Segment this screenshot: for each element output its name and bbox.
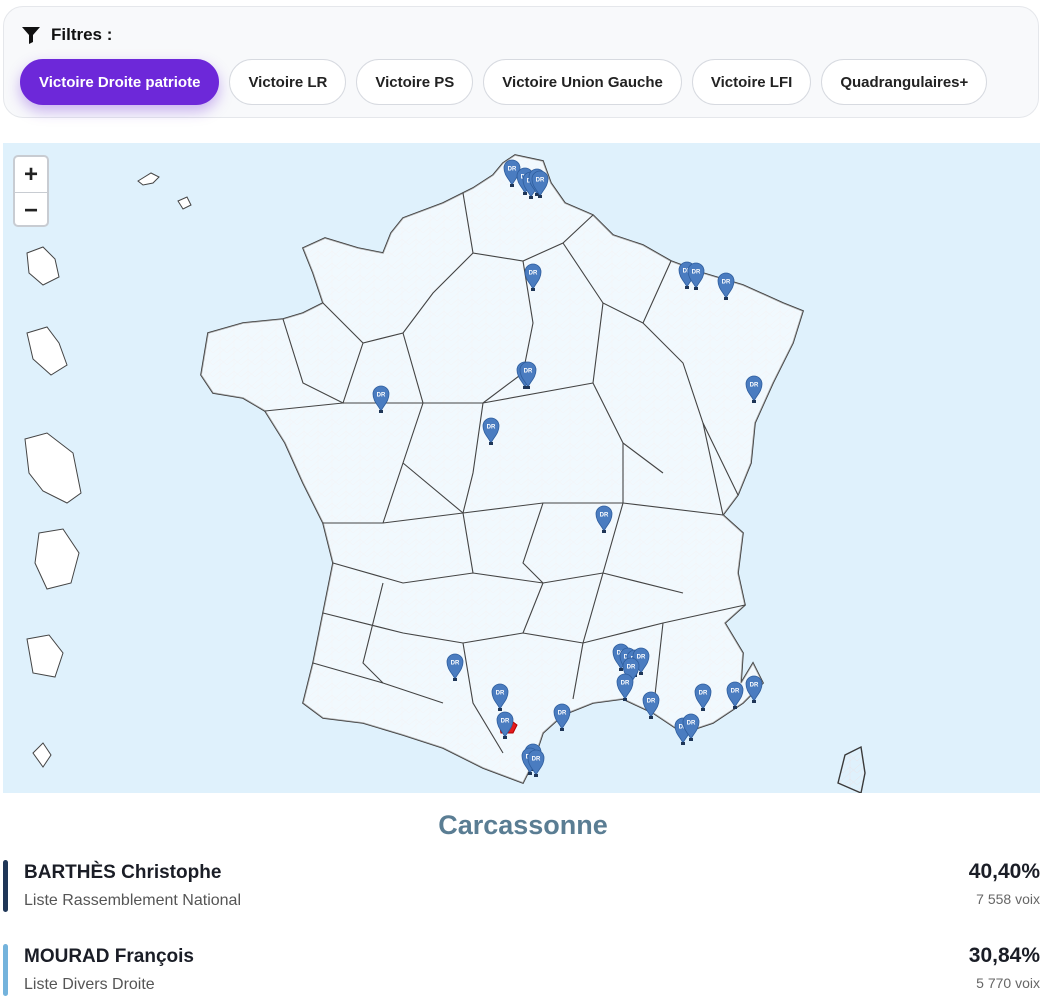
chip-quadrangulaires[interactable]: Quadrangulaires+ <box>821 59 988 105</box>
corsica[interactable] <box>837 745 866 793</box>
chip-victoire-lr[interactable]: Victoire LR <box>229 59 347 105</box>
candidate-row: BARTHÈS Christophe Liste Rassemblement N… <box>0 860 1046 916</box>
filter-icon <box>22 27 40 44</box>
filters-title: Filtres : <box>51 25 113 44</box>
mayotte[interactable] <box>26 634 64 678</box>
map-marker-label: DR <box>750 683 759 689</box>
selected-city-title: Carcassonne <box>438 810 608 840</box>
map-marker-label: DR <box>532 757 541 763</box>
france-map[interactable]: DR DR DR DR DR DR DR DR DR DR DR DR DR DR DR DR DR DR DR DR… <box>3 143 1040 793</box>
map-marker-label: DR <box>637 655 646 661</box>
candidate-name: BARTHÈS Christophe <box>24 862 222 883</box>
chip-victoire-union-gauche[interactable]: Victoire Union Gauche <box>483 59 682 105</box>
reunion[interactable] <box>34 528 80 590</box>
map-canvas[interactable]: DRDRDR DR DRDRDRDRDRDRDRDRDRDRDRDRDRDRDRDR… <box>3 143 1040 793</box>
map-marker-label: DR <box>750 383 759 389</box>
candidate-list: Liste Rassemblement National <box>24 892 241 909</box>
guadeloupe[interactable] <box>26 246 60 286</box>
map-marker-label: DR <box>529 271 538 277</box>
candidate-percentage: 30,84% <box>968 944 1040 967</box>
chip-victoire-ps[interactable]: Victoire PS <box>356 59 474 105</box>
zoom-in-button[interactable]: + <box>15 157 47 192</box>
map-marker-label: DR <box>536 178 545 184</box>
candidate-row: MOURAD François Liste Divers Droite 30,8… <box>0 944 1046 1000</box>
candidate-votes: 7 558 voix <box>976 891 1040 907</box>
filters-panel: Filtres : Victoire Droite patriote Victo… <box>3 6 1039 118</box>
map-marker-icon[interactable]: DR <box>553 703 571 731</box>
map-marker-label: DR <box>524 369 533 375</box>
martinique[interactable] <box>26 326 68 376</box>
map-marker-label: DR <box>647 699 656 705</box>
filter-chip-row: Victoire Droite patriote Victoire LR Vic… <box>20 59 988 105</box>
candidate-name: MOURAD François <box>24 946 194 967</box>
map-marker-label: DR <box>722 280 731 286</box>
candidate-color-bar <box>3 944 8 996</box>
chip-victoire-lfi[interactable]: Victoire LFI <box>691 59 812 105</box>
map-marker-icon[interactable]: DR <box>745 675 763 703</box>
zoom-out-button[interactable]: − <box>15 192 47 225</box>
filters-header: Filtres : <box>21 25 112 45</box>
saint-pierre-miquelon[interactable] <box>137 172 160 186</box>
guyane[interactable] <box>24 432 82 504</box>
map-marker-label: DR <box>692 270 701 276</box>
map-marker-label: DR <box>699 691 708 697</box>
candidate-percentage: 40,40% <box>968 860 1040 883</box>
map-marker-label: DR <box>501 719 510 725</box>
candidate-votes: 5 770 voix <box>976 975 1040 991</box>
map-marker-label: DR <box>496 691 505 697</box>
map-marker-label: DR <box>731 689 740 695</box>
map-marker-label: DR <box>558 711 567 717</box>
zoom-control: + − <box>13 155 49 227</box>
map-marker-label: DR <box>627 665 636 671</box>
map-marker-label: DR <box>687 721 696 727</box>
chip-victoire-droite-patriote[interactable]: Victoire Droite patriote <box>20 59 220 105</box>
map-marker-label: DR <box>487 425 496 431</box>
map-marker-label: DR <box>451 661 460 667</box>
map-marker-label: DR <box>377 393 386 399</box>
candidate-list: Liste Divers Droite <box>24 976 155 993</box>
map-marker-label: DR <box>508 167 517 173</box>
map-marker-label: DR <box>600 513 609 519</box>
map-marker-label: DR <box>621 681 630 687</box>
candidate-color-bar <box>3 860 8 912</box>
